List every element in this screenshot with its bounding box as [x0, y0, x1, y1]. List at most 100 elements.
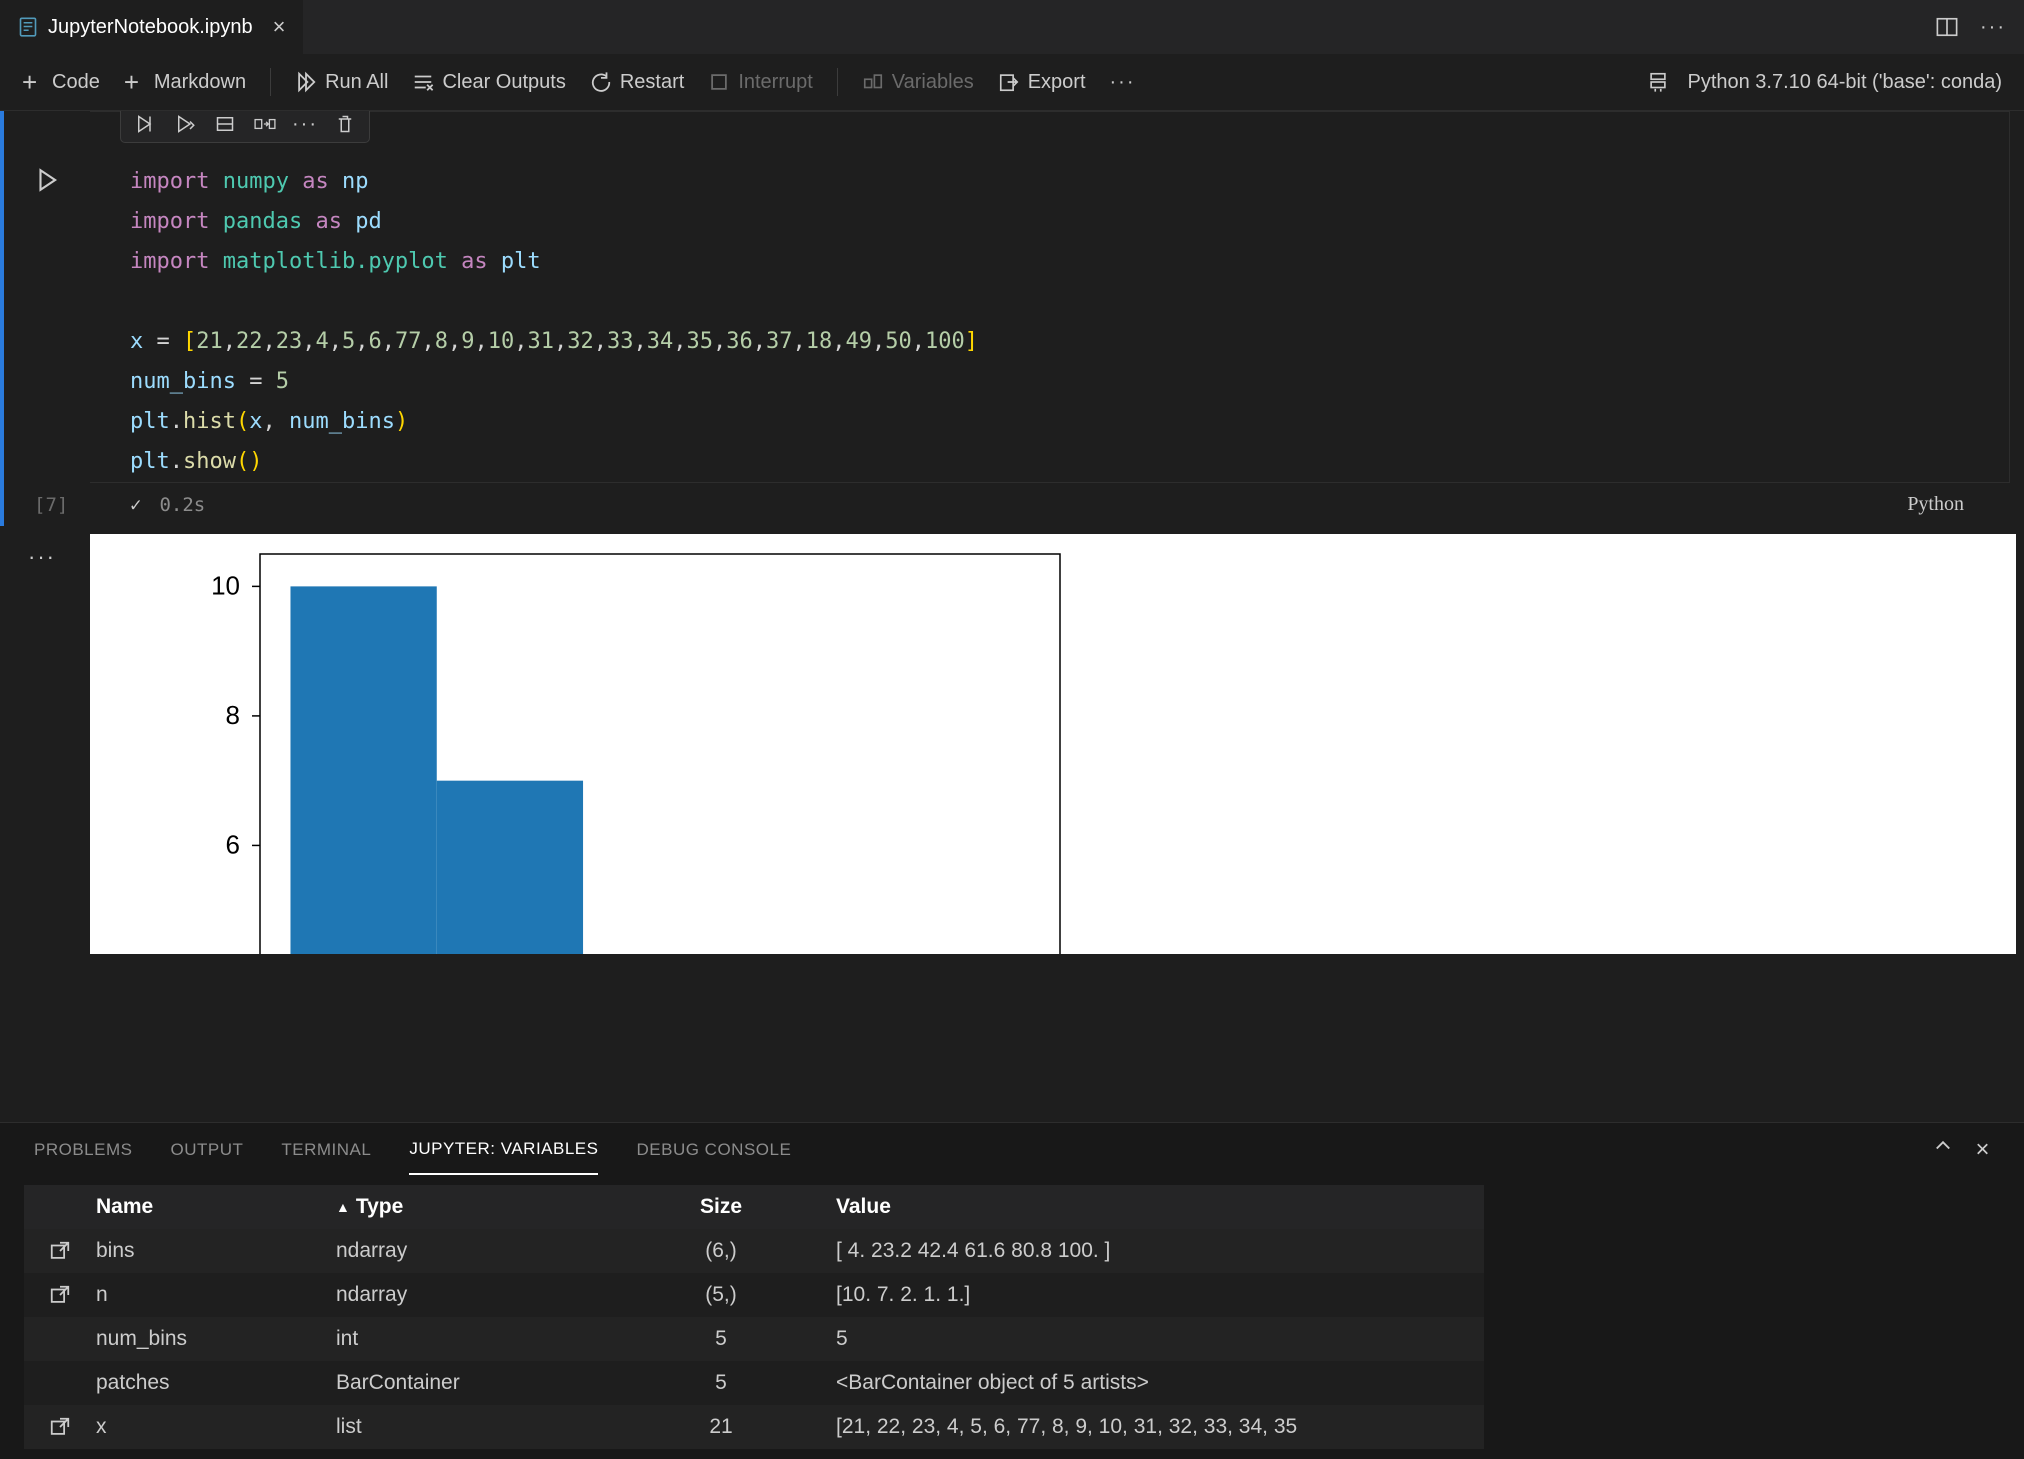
run-all-icon	[295, 71, 317, 93]
toolbar-divider	[270, 68, 271, 96]
popout-icon[interactable]	[24, 1416, 96, 1438]
interrupt-label: Interrupt	[738, 71, 812, 94]
svg-text:10: 10	[211, 570, 240, 600]
export-icon	[998, 71, 1020, 93]
var-name: patches	[96, 1371, 336, 1395]
run-below-icon[interactable]	[173, 112, 197, 136]
col-header-name[interactable]: Name	[96, 1195, 336, 1219]
variables-label: Variables	[892, 71, 974, 94]
var-type: ndarray	[336, 1283, 606, 1307]
clear-outputs-button[interactable]: Clear Outputs	[412, 71, 565, 94]
close-icon[interactable]: ×	[263, 14, 286, 40]
cell-mini-toolbar: ···	[120, 111, 370, 143]
table-row[interactable]: bins ndarray (6,) [ 4. 23.2 42.4 61.6 80…	[24, 1229, 1484, 1273]
svg-text:6: 6	[226, 829, 240, 859]
more-icon[interactable]: ···	[1980, 16, 2006, 39]
tab-filename: JupyterNotebook.ipynb	[48, 16, 253, 39]
notebook-file-icon	[18, 17, 38, 37]
var-size: 5	[606, 1371, 836, 1395]
col-header-type[interactable]: ▲Type	[336, 1195, 606, 1219]
code-cell[interactable]: import numpy as npimport pandas as pdimp…	[0, 111, 2024, 526]
col-header-size[interactable]: Size	[606, 1195, 836, 1219]
popout-icon[interactable]	[24, 1240, 96, 1262]
export-button[interactable]: Export	[998, 71, 1086, 94]
stop-icon	[708, 71, 730, 93]
var-value: [10. 7. 2. 1. 1.]	[836, 1283, 1484, 1307]
tab-problems[interactable]: PROBLEMS	[34, 1126, 132, 1174]
run-all-label: Run All	[325, 71, 388, 94]
table-row[interactable]: num_bins int 5 5	[24, 1317, 1484, 1361]
toolbar-divider	[837, 68, 838, 96]
table-row[interactable]: n ndarray (5,) [10. 7. 2. 1. 1.]	[24, 1273, 1484, 1317]
variables-toolbar-button[interactable]: Variables	[862, 71, 974, 94]
split-editor-icon[interactable]	[1936, 16, 1958, 38]
plus-icon: +	[124, 71, 146, 93]
cell-language[interactable]: Python	[1907, 493, 1970, 516]
var-size: (6,)	[606, 1239, 836, 1263]
change-cell-icon[interactable]	[253, 112, 277, 136]
histogram-plot: 46810	[90, 534, 1090, 954]
var-value: [ 4. 23.2 42.4 61.6 80.8 100. ]	[836, 1239, 1484, 1263]
var-name: x	[96, 1415, 336, 1439]
var-name: num_bins	[96, 1327, 336, 1351]
table-header: Name ▲Type Size Value	[24, 1185, 1484, 1229]
table-row[interactable]: x list 21 [21, 22, 23, 4, 5, 6, 77, 8, 9…	[24, 1405, 1484, 1449]
more-icon[interactable]: ···	[1110, 71, 1136, 94]
exec-time: 0.2s	[159, 494, 205, 516]
var-name: n	[96, 1283, 336, 1307]
execution-count: [7]	[34, 494, 68, 516]
editor-tabbar: JupyterNotebook.ipynb × ···	[0, 0, 2024, 54]
variables-table: Name ▲Type Size Value bins ndarray (6,) …	[24, 1185, 1484, 1449]
notebook-toolbar: + Code + Markdown Run All Clear Outputs …	[0, 54, 2024, 111]
notebook-body: ··· import numpy as npimport pandas as p…	[0, 111, 2024, 1122]
restart-button[interactable]: Restart	[590, 71, 684, 94]
close-icon[interactable]: ×	[1975, 1136, 1990, 1164]
tab-terminal[interactable]: TERMINAL	[281, 1126, 371, 1174]
col-header-value[interactable]: Value	[836, 1195, 1484, 1219]
var-size: 21	[606, 1415, 836, 1439]
var-type: ndarray	[336, 1239, 606, 1263]
run-cell-icon[interactable]	[133, 112, 157, 136]
var-name: bins	[96, 1239, 336, 1263]
add-markdown-button[interactable]: + Markdown	[124, 71, 246, 94]
sort-asc-icon: ▲	[336, 1199, 350, 1215]
var-value: [21, 22, 23, 4, 5, 6, 77, 8, 9, 10, 31, …	[836, 1415, 1484, 1439]
panel-tabs: PROBLEMS OUTPUT TERMINAL JUPYTER: VARIAB…	[0, 1123, 2024, 1177]
restart-icon	[590, 71, 612, 93]
add-code-button[interactable]: + Code	[22, 71, 100, 94]
popout-icon[interactable]	[24, 1284, 96, 1306]
run-cell-button[interactable]	[34, 167, 60, 193]
interrupt-button: Interrupt	[708, 71, 812, 94]
var-value: 5	[836, 1327, 1484, 1351]
var-type: int	[336, 1327, 606, 1351]
code-editor[interactable]: import numpy as npimport pandas as pdimp…	[90, 111, 2010, 483]
tab-output[interactable]: OUTPUT	[170, 1126, 243, 1174]
var-value: <BarContainer object of 5 artists>	[836, 1371, 1484, 1395]
more-icon[interactable]: ···	[293, 112, 317, 136]
chevron-up-icon[interactable]	[1933, 1136, 1953, 1156]
variables-icon	[862, 71, 884, 93]
var-size: 5	[606, 1327, 836, 1351]
run-all-button[interactable]: Run All	[295, 71, 388, 94]
more-icon[interactable]: ···	[28, 544, 56, 570]
export-label: Export	[1028, 71, 1086, 94]
table-row[interactable]: patches BarContainer 5 <BarContainer obj…	[24, 1361, 1484, 1405]
add-code-label: Code	[52, 71, 100, 94]
add-markdown-label: Markdown	[154, 71, 246, 94]
clear-outputs-label: Clear Outputs	[442, 71, 565, 94]
editor-tab[interactable]: JupyterNotebook.ipynb ×	[0, 0, 303, 54]
split-cell-icon[interactable]	[213, 112, 237, 136]
clear-icon	[412, 71, 434, 93]
var-type: BarContainer	[336, 1371, 606, 1395]
kernel-selector[interactable]: Python 3.7.10 64-bit ('base': conda)	[1687, 71, 2002, 94]
trash-icon[interactable]	[333, 112, 357, 136]
check-icon: ✓	[130, 494, 141, 516]
tab-jupyter-variables[interactable]: JUPYTER: VARIABLES	[409, 1125, 598, 1175]
tab-debug-console[interactable]: DEBUG CONSOLE	[636, 1126, 791, 1174]
var-size: (5,)	[606, 1283, 836, 1307]
bottom-panel: PROBLEMS OUTPUT TERMINAL JUPYTER: VARIAB…	[0, 1122, 2024, 1459]
var-type: list	[336, 1415, 606, 1439]
plus-icon: +	[22, 71, 44, 93]
restart-label: Restart	[620, 71, 684, 94]
cell-status: [7] ✓ 0.2s Python	[90, 483, 2010, 526]
